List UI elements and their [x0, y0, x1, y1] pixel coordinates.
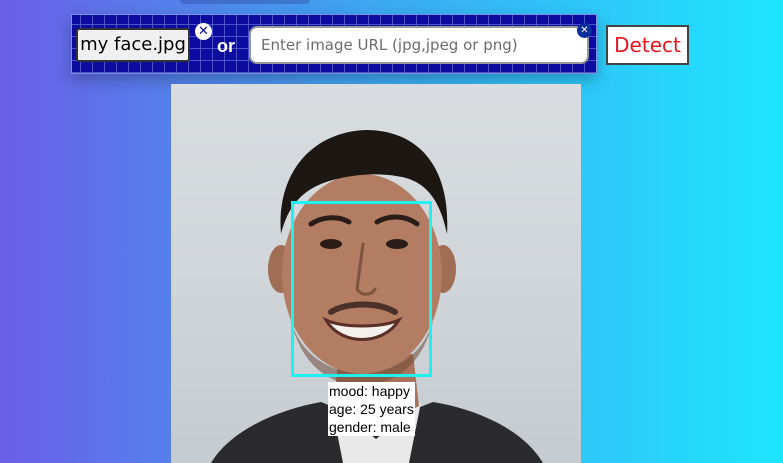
clear-file-icon[interactable]: ✕	[195, 23, 212, 40]
file-upload-button[interactable]: my face.jpg	[76, 28, 190, 62]
image-url-input[interactable]	[249, 26, 589, 64]
clear-url-icon[interactable]: ✕	[577, 23, 592, 38]
upload-toolbar: my face.jpg ✕ or ✕	[71, 14, 597, 74]
or-separator: or	[217, 36, 235, 56]
face-attributes-label: mood: happy age: 25 years gender: male	[328, 382, 415, 436]
top-shadow	[180, 0, 310, 4]
mood-text: mood: happy	[329, 383, 410, 399]
gender-text: gender: male	[329, 419, 411, 435]
detect-button[interactable]: Detect	[606, 25, 689, 65]
age-text: age: 25 years	[329, 401, 414, 417]
face-detection-box	[291, 201, 432, 377]
